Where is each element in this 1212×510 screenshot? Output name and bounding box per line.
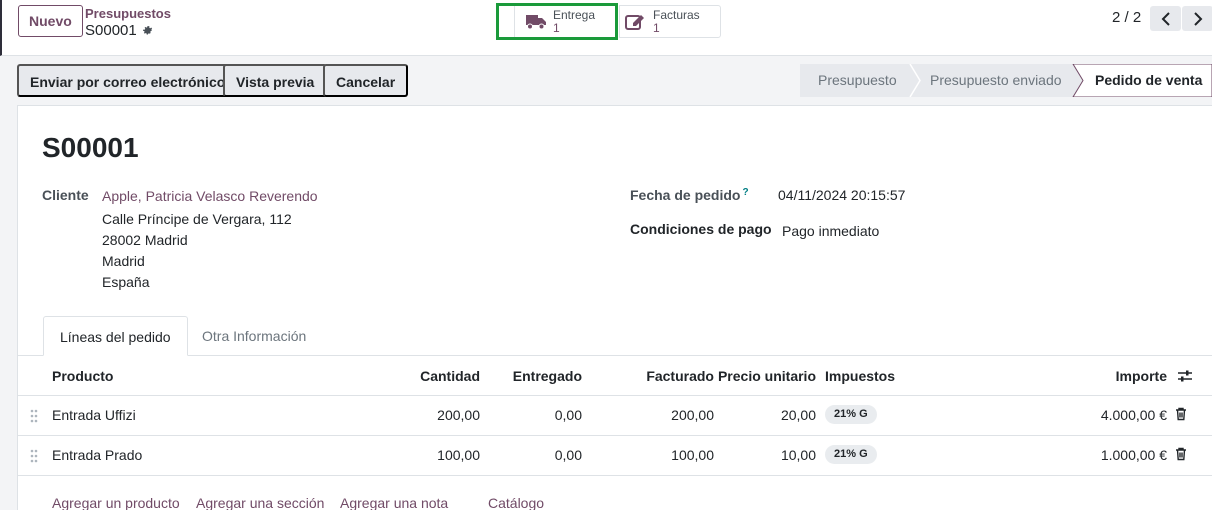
invoices-smart-button[interactable]: Facturas 1 [619,5,721,38]
col-delivered[interactable]: Entregado [513,356,582,396]
tax-badge[interactable]: 21% G [825,445,877,464]
col-product[interactable]: Producto [52,356,113,396]
order-title: S00001 [42,132,139,163]
chevron-right-icon [1193,11,1202,26]
drag-handle-icon[interactable] [30,409,38,423]
breadcrumb-current: S00001 [85,22,171,39]
help-tooltip-icon[interactable]: ? [742,187,748,198]
pager-previous-button[interactable] [1150,6,1181,31]
preview-button[interactable]: Vista previa [223,64,328,97]
invoices-label: Facturas [653,7,700,22]
trash-icon[interactable] [1175,447,1187,461]
form-sheet: S00001 Cliente Apple, Patricia Velasco R… [17,105,1212,510]
sliders-icon[interactable] [1177,369,1193,383]
invoices-count: 1 [653,20,660,35]
add-section-link[interactable]: Agregar una sección [196,495,324,510]
table-header: Producto Cantidad Entregado Facturado Pr… [18,356,1212,396]
col-quantity[interactable]: Cantidad [420,356,480,396]
cancel-button[interactable]: Cancelar [323,64,409,97]
line-quantity[interactable]: 200,00 [437,396,480,434]
control-panel: Nuevo Presupuestos S00001 Entrega 1 Fact… [0,0,1212,56]
address-line-3: Madrid [102,253,145,269]
pager-next-button[interactable] [1182,6,1212,31]
line-product[interactable]: Entrada Prado [52,436,142,474]
stage-sales-order[interactable]: Pedido de venta [1095,64,1202,97]
add-product-link[interactable]: Agregar un producto [52,495,180,510]
line-delivered[interactable]: 0,00 [555,396,582,434]
stage-quotation-sent[interactable]: Presupuesto enviado [930,64,1062,97]
customer-link[interactable]: Apple, Patricia Velasco Reverendo [102,188,318,204]
address-line-2: 28002 Madrid [102,232,188,248]
line-invoiced: 200,00 [671,407,714,423]
breadcrumb-current-label: S00001 [85,22,137,39]
payment-terms-value[interactable]: Pago inmediato [782,223,879,239]
line-invoiced: 100,00 [671,447,714,463]
trash-icon[interactable] [1175,407,1187,421]
highlight-box [496,3,618,40]
tab-order-lines[interactable]: Líneas del pedido [43,316,188,356]
address-line-4: España [102,274,150,290]
stage-quotation[interactable]: Presupuesto [818,64,897,97]
payment-terms-label: Condiciones de pago [630,221,772,237]
customer-label: Cliente [42,187,89,203]
col-amount[interactable]: Importe [1116,356,1167,396]
order-date-label-text: Fecha de pedido [630,187,741,203]
line-unit-price[interactable]: 20,00 [781,396,816,434]
breadcrumb-parent-link[interactable]: Presupuestos [85,6,171,21]
line-unit-price[interactable]: 10,00 [781,436,816,474]
notebook-tabs: Líneas del pedido Otra Información [18,316,1212,356]
pencil-square-icon [625,14,644,30]
tax-badge[interactable]: 21% G [825,405,877,424]
address-line-1: Calle Príncipe de Vergara, 112 [102,211,292,227]
send-email-button[interactable]: Enviar por correo electrónico [17,64,239,97]
drag-handle-icon[interactable] [30,449,38,463]
gear-icon[interactable] [142,25,154,37]
status-bar: Presupuesto Presupuesto enviado Pedido d… [800,64,1212,97]
line-delivered[interactable]: 0,00 [555,436,582,474]
line-amount: 4.000,00 € [1100,407,1167,423]
col-unit-price[interactable]: Precio unitario [718,356,816,396]
order-date-value[interactable]: 04/11/2024 20:15:57 [778,187,905,203]
catalog-link[interactable]: Catálogo [488,495,544,510]
table-row[interactable]: Entrada Uffizi 200,00 0,00 200,00 20,00 … [18,396,1212,436]
table-row[interactable]: Entrada Prado 100,00 0,00 100,00 10,00 2… [18,436,1212,476]
pager-value[interactable]: 2 / 2 [1112,9,1141,26]
line-product[interactable]: Entrada Uffizi [52,396,136,434]
breadcrumb: Presupuestos S00001 [85,6,171,39]
col-invoiced[interactable]: Facturado [646,356,714,396]
col-taxes[interactable]: Impuestos [825,356,895,396]
add-note-link[interactable]: Agregar una nota [340,495,448,510]
tab-other-info[interactable]: Otra Información [186,316,322,356]
line-quantity[interactable]: 100,00 [437,436,480,474]
order-date-label: Fecha de pedido? [630,187,749,203]
line-amount: 1.000,00 € [1100,447,1167,463]
chevron-left-icon [1161,11,1170,26]
new-button[interactable]: Nuevo [18,5,83,37]
